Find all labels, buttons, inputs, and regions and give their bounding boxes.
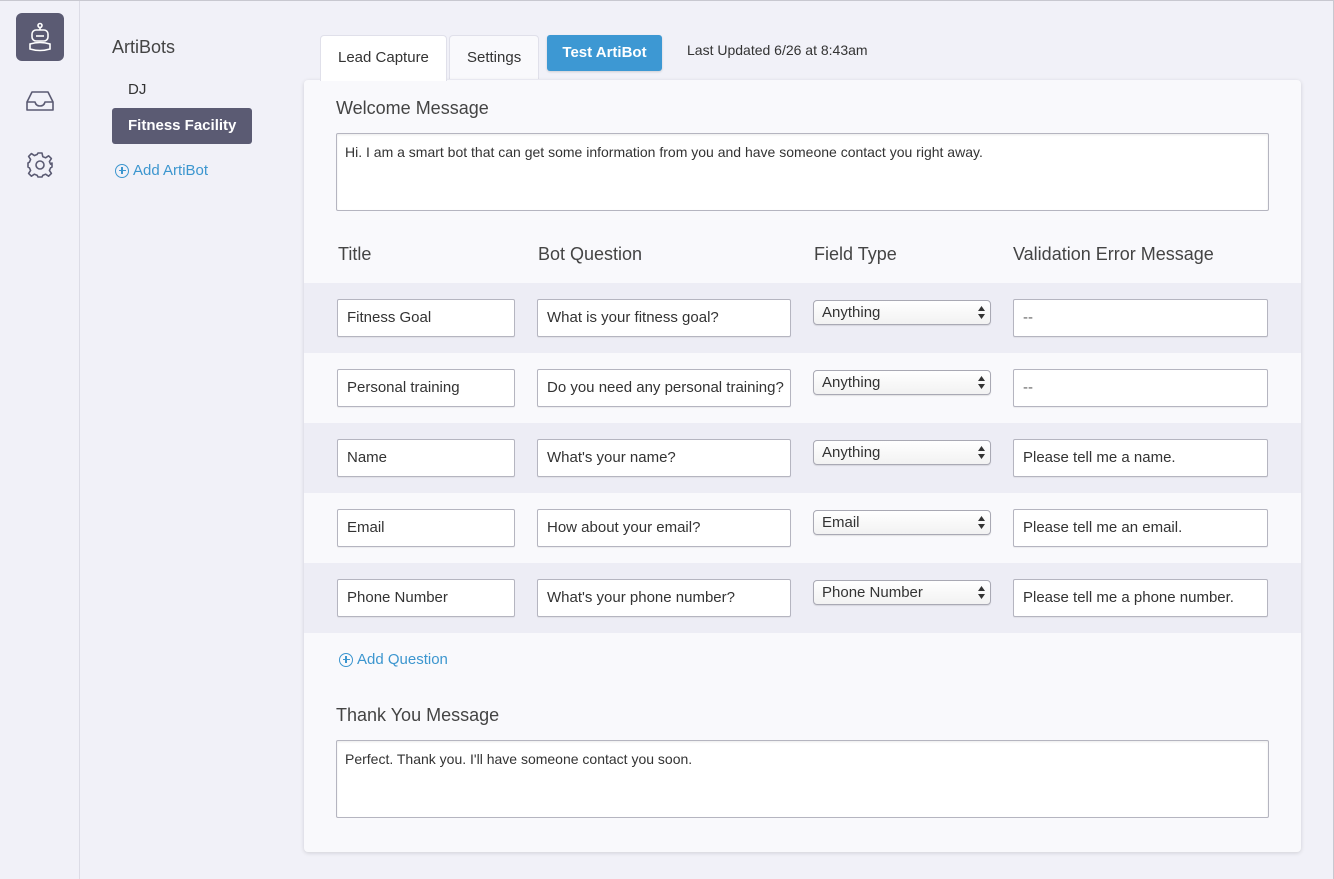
- welcome-message-label: Welcome Message: [336, 98, 489, 118]
- add-artibot-label: Add ArtiBot: [133, 162, 209, 179]
- bot-item-dj[interactable]: DJ: [112, 72, 162, 108]
- column-header-field-type: Field Type: [814, 244, 897, 264]
- plus-circle-icon: [115, 163, 129, 178]
- select-arrows-icon: [978, 446, 985, 459]
- welcome-message-input[interactable]: Hi. I am a smart bot that can get some i…: [336, 133, 1269, 211]
- bot-question-input[interactable]: What's your phone number?: [537, 579, 791, 617]
- test-artibot-button[interactable]: Test ArtiBot: [547, 35, 662, 71]
- bot-question-input[interactable]: Do you need any personal training?: [537, 369, 791, 407]
- question-title-input[interactable]: Phone Number: [337, 579, 515, 617]
- nav-inbox-button[interactable]: [16, 77, 64, 125]
- bot-question-input[interactable]: How about your email?: [537, 509, 791, 547]
- question-row: Name What's your name? Anything Please t…: [304, 423, 1301, 493]
- validation-message-input[interactable]: Please tell me a phone number.: [1013, 579, 1268, 617]
- icon-rail: [0, 1, 80, 879]
- validation-message-input[interactable]: Please tell me a name.: [1013, 439, 1268, 477]
- column-header-title: Title: [338, 244, 372, 264]
- question-row: Fitness Goal What is your fitness goal? …: [304, 283, 1301, 353]
- bot-list-title: ArtiBots: [112, 37, 176, 57]
- question-row: Email How about your email? Email Please…: [304, 493, 1301, 563]
- validation-message-input[interactable]: --: [1013, 369, 1268, 407]
- tab-settings[interactable]: Settings: [449, 35, 540, 79]
- select-arrows-icon: [978, 306, 985, 319]
- thank-you-message-label: Thank You Message: [336, 705, 500, 725]
- field-type-select[interactable]: Phone Number: [813, 580, 991, 605]
- question-title-input[interactable]: Name: [337, 439, 515, 477]
- nav-bots-button[interactable]: [16, 13, 64, 61]
- last-updated-text: Last Updated 6/26 at 8:43am: [687, 42, 868, 58]
- question-title-input[interactable]: Fitness Goal: [337, 299, 515, 337]
- field-type-value: Anything: [822, 444, 881, 461]
- field-type-select[interactable]: Anything: [813, 370, 991, 395]
- bot-icon: [29, 22, 51, 52]
- field-type-value: Anything: [822, 304, 881, 321]
- question-title-input[interactable]: Personal training: [337, 369, 515, 407]
- tab-lead-capture[interactable]: Lead Capture: [320, 35, 447, 81]
- bot-question-input[interactable]: What is your fitness goal?: [537, 299, 791, 337]
- field-type-select[interactable]: Email: [813, 510, 991, 535]
- add-artibot-link[interactable]: Add ArtiBot: [115, 162, 208, 179]
- add-question-label: Add Question: [357, 651, 448, 668]
- validation-message-input[interactable]: Please tell me an email.: [1013, 509, 1268, 547]
- validation-message-input[interactable]: --: [1013, 299, 1268, 337]
- inbox-icon: [26, 91, 54, 111]
- select-arrows-icon: [978, 516, 985, 529]
- nav-settings-button[interactable]: [16, 141, 64, 189]
- field-type-select[interactable]: Anything: [813, 300, 991, 325]
- question-row: Personal training Do you need any person…: [304, 353, 1301, 423]
- bot-question-input[interactable]: What's your name?: [537, 439, 791, 477]
- bot-item-fitness-facility[interactable]: Fitness Facility: [112, 108, 253, 144]
- field-type-value: Phone Number: [822, 584, 923, 601]
- field-type-value: Anything: [822, 374, 881, 391]
- question-title-input[interactable]: Email: [337, 509, 515, 547]
- bot-list-panel: ArtiBots DJ Fitness Facility Add ArtiBot: [80, 1, 302, 879]
- lead-capture-card: Welcome Message Hi. I am a smart bot tha…: [304, 80, 1301, 852]
- add-question-link[interactable]: Add Question: [339, 651, 448, 668]
- field-type-select[interactable]: Anything: [813, 440, 991, 465]
- column-header-question: Bot Question: [538, 244, 643, 264]
- thank-you-message-input[interactable]: Perfect. Thank you. I'll have someone co…: [336, 740, 1269, 818]
- field-type-value: Email: [822, 514, 860, 531]
- question-row: Phone Number What's your phone number? P…: [304, 563, 1301, 633]
- plus-circle-icon: [339, 652, 353, 667]
- column-header-validation: Validation Error Message: [1013, 244, 1214, 264]
- select-arrows-icon: [978, 586, 985, 599]
- select-arrows-icon: [978, 376, 985, 389]
- gear-icon: [27, 152, 53, 178]
